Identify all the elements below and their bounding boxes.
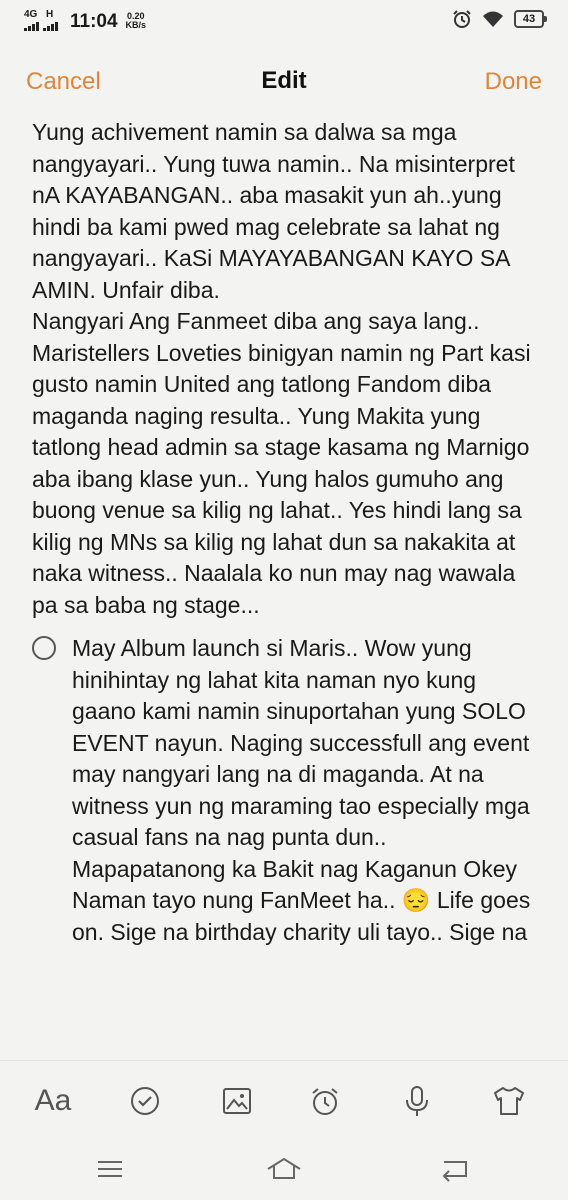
network-type: 4G	[24, 9, 38, 20]
battery-level: 43	[522, 13, 536, 25]
status-right: 43	[452, 9, 547, 29]
theme-shirt-icon[interactable]	[489, 1081, 529, 1121]
format-button-label: Aa	[34, 1084, 72, 1117]
menu-icon[interactable]	[90, 1154, 130, 1184]
note-editor[interactable]: Yung achivement namin sa dalwa sa mga na…	[32, 117, 542, 1060]
text-format-icon[interactable]: Aa	[33, 1081, 73, 1121]
image-icon[interactable]	[217, 1081, 257, 1121]
speed-unit: KB/s	[125, 20, 147, 30]
network-sub: H	[46, 9, 54, 20]
wifi-icon	[483, 11, 503, 27]
status-left: 4G H 11:04 0.20 KB/s	[24, 8, 146, 33]
done-button[interactable]: Done	[485, 68, 542, 96]
status-bar: 4G H 11:04 0.20 KB/s 43	[0, 0, 568, 44]
microphone-icon[interactable]	[397, 1081, 437, 1121]
edit-header: Cancel Edit Done	[0, 58, 568, 104]
editor-toolbar: Aa	[0, 1060, 568, 1137]
note-paragraph[interactable]: Nangyari Ang Fanmeet diba ang saya lang.…	[32, 306, 542, 621]
checklist-item-text[interactable]: May Album launch si Maris.. Wow yung hin…	[72, 633, 542, 948]
reminder-clock-icon[interactable]	[305, 1081, 345, 1121]
note-paragraph[interactable]: Yung achivement namin sa dalwa sa mga na…	[32, 117, 542, 306]
checklist-checkbox[interactable]	[32, 636, 56, 660]
system-nav-bar	[0, 1136, 568, 1200]
back-icon[interactable]	[436, 1154, 476, 1184]
clock-time: 11:04	[70, 11, 118, 32]
home-icon[interactable]	[264, 1154, 304, 1184]
cancel-button[interactable]: Cancel	[26, 68, 101, 96]
signal-bars-icon	[24, 22, 58, 31]
battery-icon: 43	[514, 10, 547, 28]
network-indicator: 4G H	[24, 8, 60, 32]
alarm-clock-icon	[453, 10, 471, 28]
network-speed: 0.20 KB/s	[126, 12, 147, 30]
checklist-item: May Album launch si Maris.. Wow yung hin…	[32, 633, 542, 948]
checklist-icon[interactable]	[125, 1081, 165, 1121]
